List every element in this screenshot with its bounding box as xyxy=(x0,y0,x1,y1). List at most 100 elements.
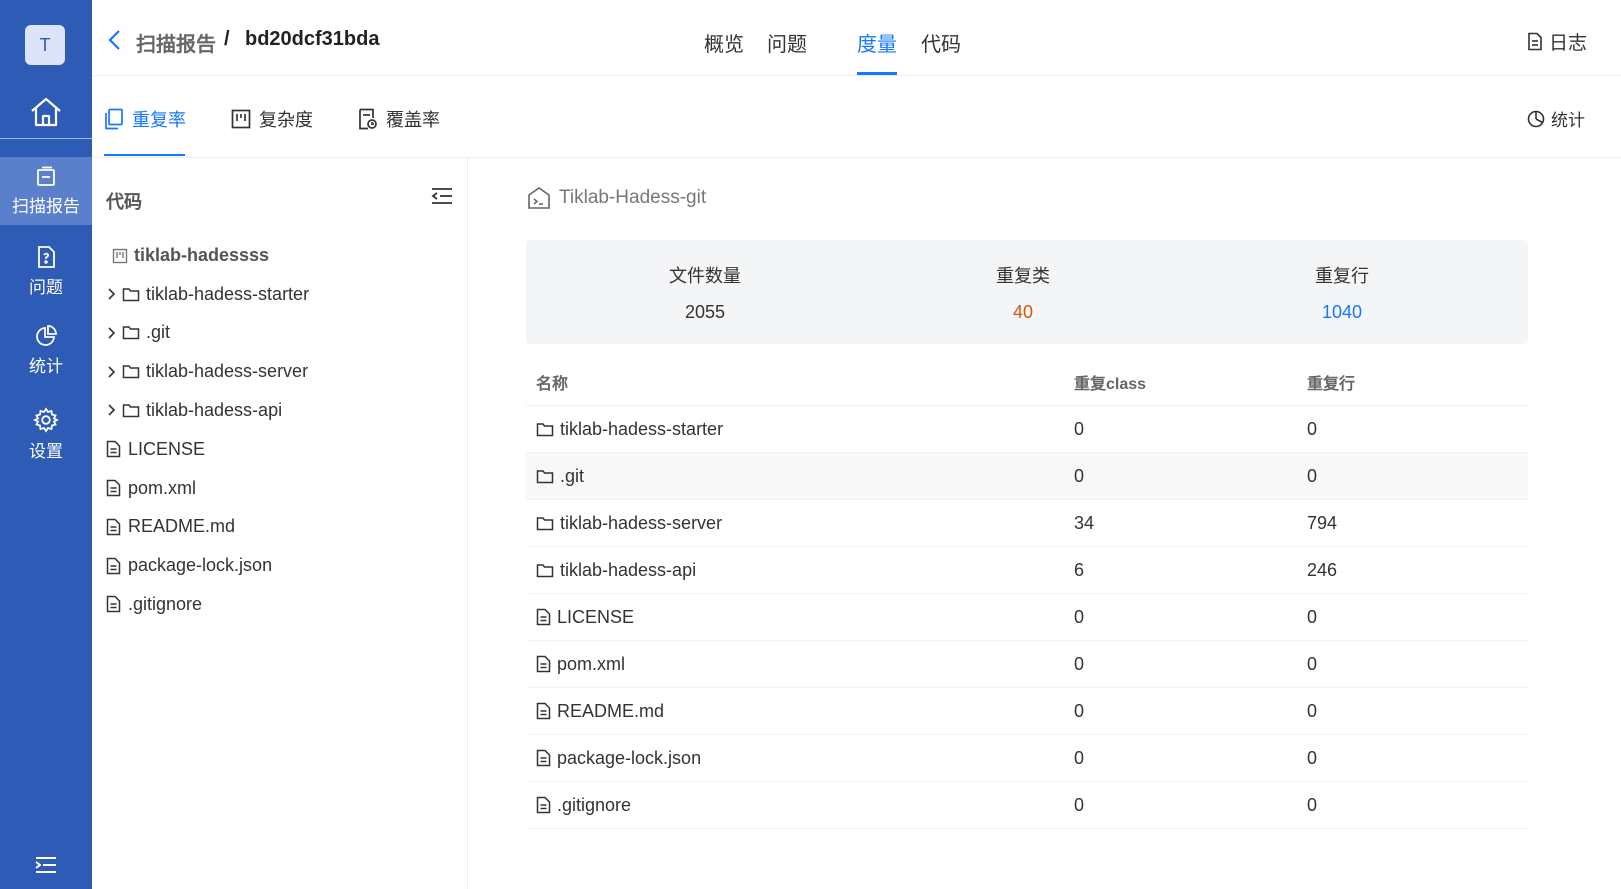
question-doc-icon xyxy=(38,245,55,268)
tree-item-label: pom.xml xyxy=(128,477,197,498)
table-row[interactable]: pom.xml 0 0 xyxy=(526,641,1528,688)
avatar[interactable]: T xyxy=(25,25,65,65)
row-name: package-lock.json xyxy=(557,747,702,768)
tree-item[interactable]: .git xyxy=(102,319,170,347)
repo-heading: Tiklab-Hadess-git xyxy=(527,186,706,210)
statistics-button[interactable]: 统计 xyxy=(1527,106,1585,131)
folder-icon xyxy=(536,469,554,483)
sidebar-item-scan-report[interactable]: 扫描报告 xyxy=(0,157,92,225)
cell-name[interactable]: tiklab-hadess-server xyxy=(536,500,722,546)
folder-icon xyxy=(536,563,554,577)
cell-dup-class: 0 xyxy=(1074,747,1085,768)
tree-item-label: tiklab-hadess-starter xyxy=(146,283,310,304)
sidebar-item-label: 设置 xyxy=(29,441,63,461)
table-row[interactable]: .gitignore 0 0 xyxy=(526,782,1528,829)
summary-label: 文件数量 xyxy=(669,266,741,286)
tab-metrics[interactable]: 度量 xyxy=(857,28,897,57)
cell-name[interactable]: pom.xml xyxy=(536,641,625,687)
terminal-repo-icon xyxy=(528,187,550,209)
collapse-panel-icon[interactable] xyxy=(431,186,453,211)
sidebar-item-issues[interactable]: 问题 xyxy=(0,237,92,305)
cell-name[interactable]: .git xyxy=(536,453,584,499)
subtab-coverage[interactable]: 覆盖率 xyxy=(358,106,440,132)
tree-item[interactable]: .gitignore xyxy=(102,590,202,618)
cell-name[interactable]: .gitignore xyxy=(536,782,631,828)
active-subtab-indicator xyxy=(104,154,185,156)
folder-icon xyxy=(536,516,554,530)
column-name: 名称 xyxy=(536,375,569,393)
row-name: tiklab-hadess-api xyxy=(560,559,697,580)
table-row[interactable]: tiklab-hadess-api 6 246 xyxy=(526,547,1528,594)
summary-label: 重复行 xyxy=(1315,266,1369,286)
summary-dup-class: 重复类 40 xyxy=(856,240,1190,344)
sidebar-item-statistics[interactable]: 统计 xyxy=(0,316,92,384)
column-dup-lines: 重复行 xyxy=(1307,375,1356,393)
row-name: tiklab-hadess-starter xyxy=(560,418,724,439)
tree-item[interactable]: pom.xml xyxy=(102,474,196,502)
tree-item-label: .git xyxy=(146,322,171,343)
sidebar-item-label: 统计 xyxy=(29,356,63,376)
tab-overview[interactable]: 概览 xyxy=(704,28,744,57)
log-label: 日志 xyxy=(1548,33,1587,54)
cell-name[interactable]: README.md xyxy=(536,688,664,734)
file-icon xyxy=(106,596,120,613)
duplication-icon xyxy=(105,108,123,130)
table-row[interactable]: package-lock.json 0 0 xyxy=(526,735,1528,782)
statistics-label: 统计 xyxy=(1551,111,1585,130)
tab-code[interactable]: 代码 xyxy=(921,28,961,57)
chevron-right-icon[interactable] xyxy=(106,365,116,379)
chevron-right-icon[interactable] xyxy=(106,403,116,417)
table-row[interactable]: tiklab-hadess-starter 0 0 xyxy=(526,406,1528,453)
tree-title: 代码 xyxy=(106,192,142,212)
table-row[interactable]: README.md 0 0 xyxy=(526,688,1528,735)
cell-dup-class: 0 xyxy=(1074,653,1085,674)
subtab-complexity[interactable]: 复杂度 xyxy=(231,106,313,132)
row-name: tiklab-hadess-server xyxy=(560,512,723,533)
tree-item[interactable]: README.md xyxy=(102,513,235,541)
repo-root[interactable]: tiklab-hadessss xyxy=(112,245,269,266)
tree-item-label: tiklab-hadess-api xyxy=(146,399,283,420)
cell-name[interactable]: LICENSE xyxy=(536,594,634,640)
chevron-right-icon[interactable] xyxy=(106,287,116,301)
tree-item[interactable]: tiklab-hadess-api xyxy=(102,396,282,424)
metrics-subtabs: 重复率 复杂度 覆盖率 统计 xyxy=(92,76,1621,158)
folder-icon xyxy=(122,326,140,340)
file-icon xyxy=(106,557,120,574)
tab-issues[interactable]: 问题 xyxy=(767,28,807,57)
home-icon[interactable] xyxy=(0,88,92,136)
row-name: .gitignore xyxy=(557,794,632,815)
summary-value: 1040 xyxy=(1321,302,1363,322)
summary-value: 40 xyxy=(1012,302,1034,322)
chevron-right-icon[interactable] xyxy=(106,326,116,340)
tree-item[interactable]: tiklab-hadess-starter xyxy=(102,280,309,308)
back-chevron-icon[interactable] xyxy=(106,29,124,56)
cell-dup-class: 6 xyxy=(1074,559,1085,580)
cell-name[interactable]: tiklab-hadess-starter xyxy=(536,406,723,452)
tree-item[interactable]: tiklab-hadess-server xyxy=(102,358,308,386)
tree-item[interactable]: package-lock.json xyxy=(102,552,272,580)
cell-name[interactable]: package-lock.json xyxy=(536,735,701,781)
cell-name[interactable]: tiklab-hadess-api xyxy=(536,547,696,593)
subtab-duplication[interactable]: 重复率 xyxy=(104,106,186,132)
table-row[interactable]: LICENSE 0 0 xyxy=(526,594,1528,641)
log-button[interactable]: 日志 xyxy=(1527,28,1587,55)
complexity-icon xyxy=(231,109,251,129)
breadcrumb-parent[interactable]: 扫描报告 xyxy=(136,28,216,57)
tree-item[interactable]: LICENSE xyxy=(102,435,205,463)
gear-icon xyxy=(33,406,59,433)
expand-menu-icon[interactable] xyxy=(0,855,92,875)
table-row[interactable]: tiklab-hadess-server 34 794 xyxy=(526,500,1528,547)
table-row[interactable]: .git 0 0 xyxy=(526,453,1528,500)
sidebar-item-settings[interactable]: 设置 xyxy=(0,400,92,468)
tree-item-label: README.md xyxy=(128,516,236,537)
cell-dup-class: 34 xyxy=(1074,512,1095,533)
pie-chart-icon xyxy=(36,324,57,346)
sidebar-item-label: 扫描报告 xyxy=(12,196,80,216)
subtab-label: 重复率 xyxy=(132,110,186,130)
summary-file-count: 文件数量 2055 xyxy=(538,240,872,344)
cell-dup-lines: 0 xyxy=(1307,606,1318,627)
file-icon xyxy=(536,702,551,720)
folder-icon xyxy=(536,422,554,436)
summary-dup-lines: 重复行 1040 xyxy=(1175,240,1509,344)
cell-dup-lines: 0 xyxy=(1307,653,1318,674)
